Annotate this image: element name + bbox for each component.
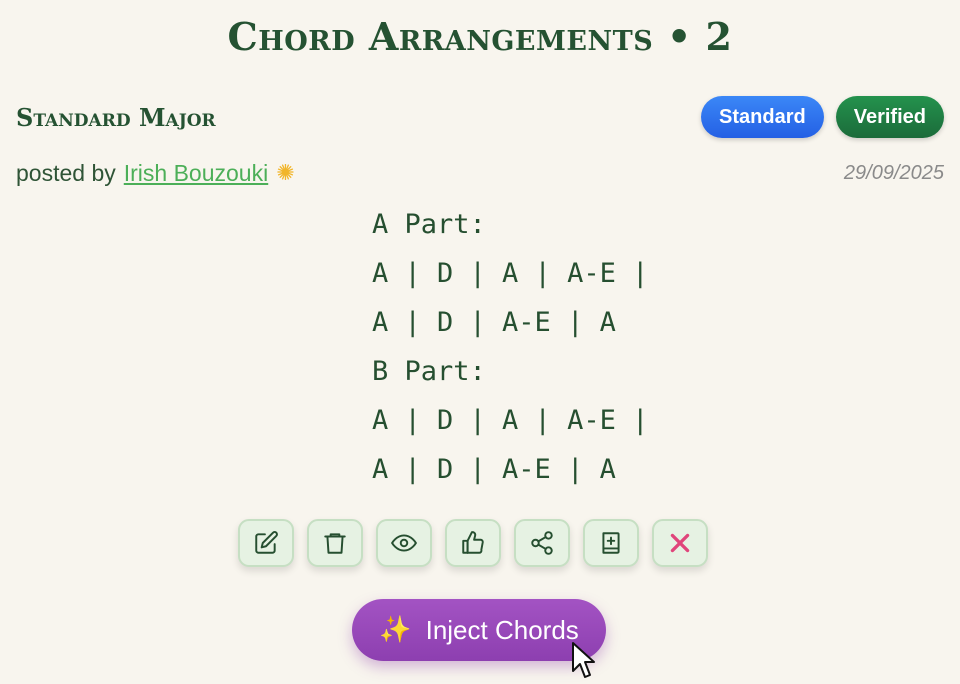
arrangement-name: Standard Major [16, 102, 216, 132]
thumbs-up-icon [462, 531, 484, 554]
trash-icon [324, 533, 346, 554]
pencil-square-icon [255, 531, 278, 554]
mouse-cursor-icon [572, 642, 595, 678]
author-link[interactable]: Irish Bouzouki [124, 160, 268, 187]
share-icon [531, 531, 553, 555]
inject-chords-button[interactable]: ✨ Inject Chords [352, 599, 606, 661]
close-icon [670, 533, 690, 553]
add-to-book-button[interactable] [583, 519, 639, 567]
chord-line: A | D | A-E | A [372, 307, 616, 338]
eye-icon [391, 534, 417, 552]
badge-group: Standard Verified [701, 96, 944, 138]
chord-line: A | D | A-E | A [372, 454, 616, 485]
like-button[interactable] [445, 519, 501, 567]
chord-line: A | D | A | A-E | [372, 258, 649, 289]
verified-badge: Verified [835, 96, 944, 138]
close-button[interactable] [652, 519, 708, 567]
chord-line: A | D | A | A-E | [372, 405, 649, 436]
sparkles-icon: ✨ [379, 615, 412, 645]
post-date: 29/09/2025 [843, 161, 944, 184]
book-plus-icon [602, 532, 620, 554]
delete-button[interactable] [307, 519, 363, 567]
section-label: A Part: [372, 209, 486, 240]
posted-by-label: posted by [16, 159, 116, 186]
inject-chords-label: Inject Chords [425, 614, 579, 645]
share-button[interactable] [514, 519, 570, 567]
chord-sheet: A Part: A | D | A | A-E | A | D | A-E | … [372, 200, 692, 494]
meta-row: posted by Irish Bouzouki ✺ 29/09/2025 [16, 156, 944, 190]
view-button[interactable] [376, 519, 432, 567]
section-label: B Part: [372, 356, 486, 387]
edit-button[interactable] [238, 519, 294, 567]
standard-badge: Standard [701, 96, 824, 138]
sparkle-icon: ✺ [276, 160, 295, 185]
action-bar [238, 519, 708, 567]
arrangement-header: Standard Major Standard Verified [16, 94, 944, 140]
page-title: Chord Arrangements • 2 [227, 14, 733, 59]
posted-by: posted by Irish Bouzouki ✺ [16, 160, 295, 187]
